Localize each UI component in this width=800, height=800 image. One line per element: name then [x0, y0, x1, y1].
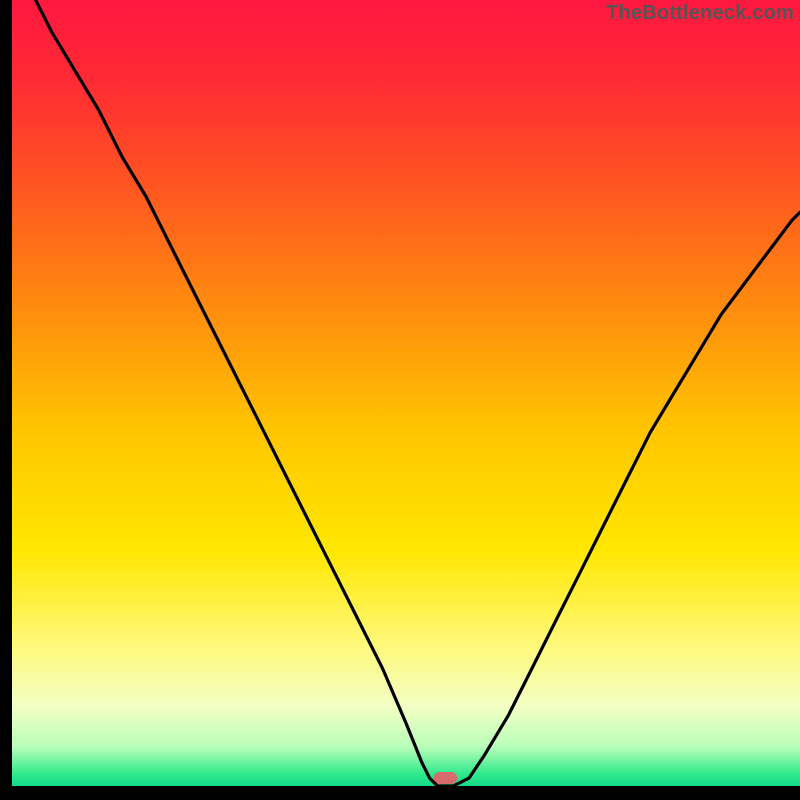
- chart-container: TheBottleneck.com: [0, 0, 800, 800]
- plot-background: [12, 0, 800, 786]
- minimum-marker: [434, 772, 458, 784]
- watermark-text: TheBottleneck.com: [606, 2, 794, 25]
- bottleneck-chart: [0, 0, 800, 800]
